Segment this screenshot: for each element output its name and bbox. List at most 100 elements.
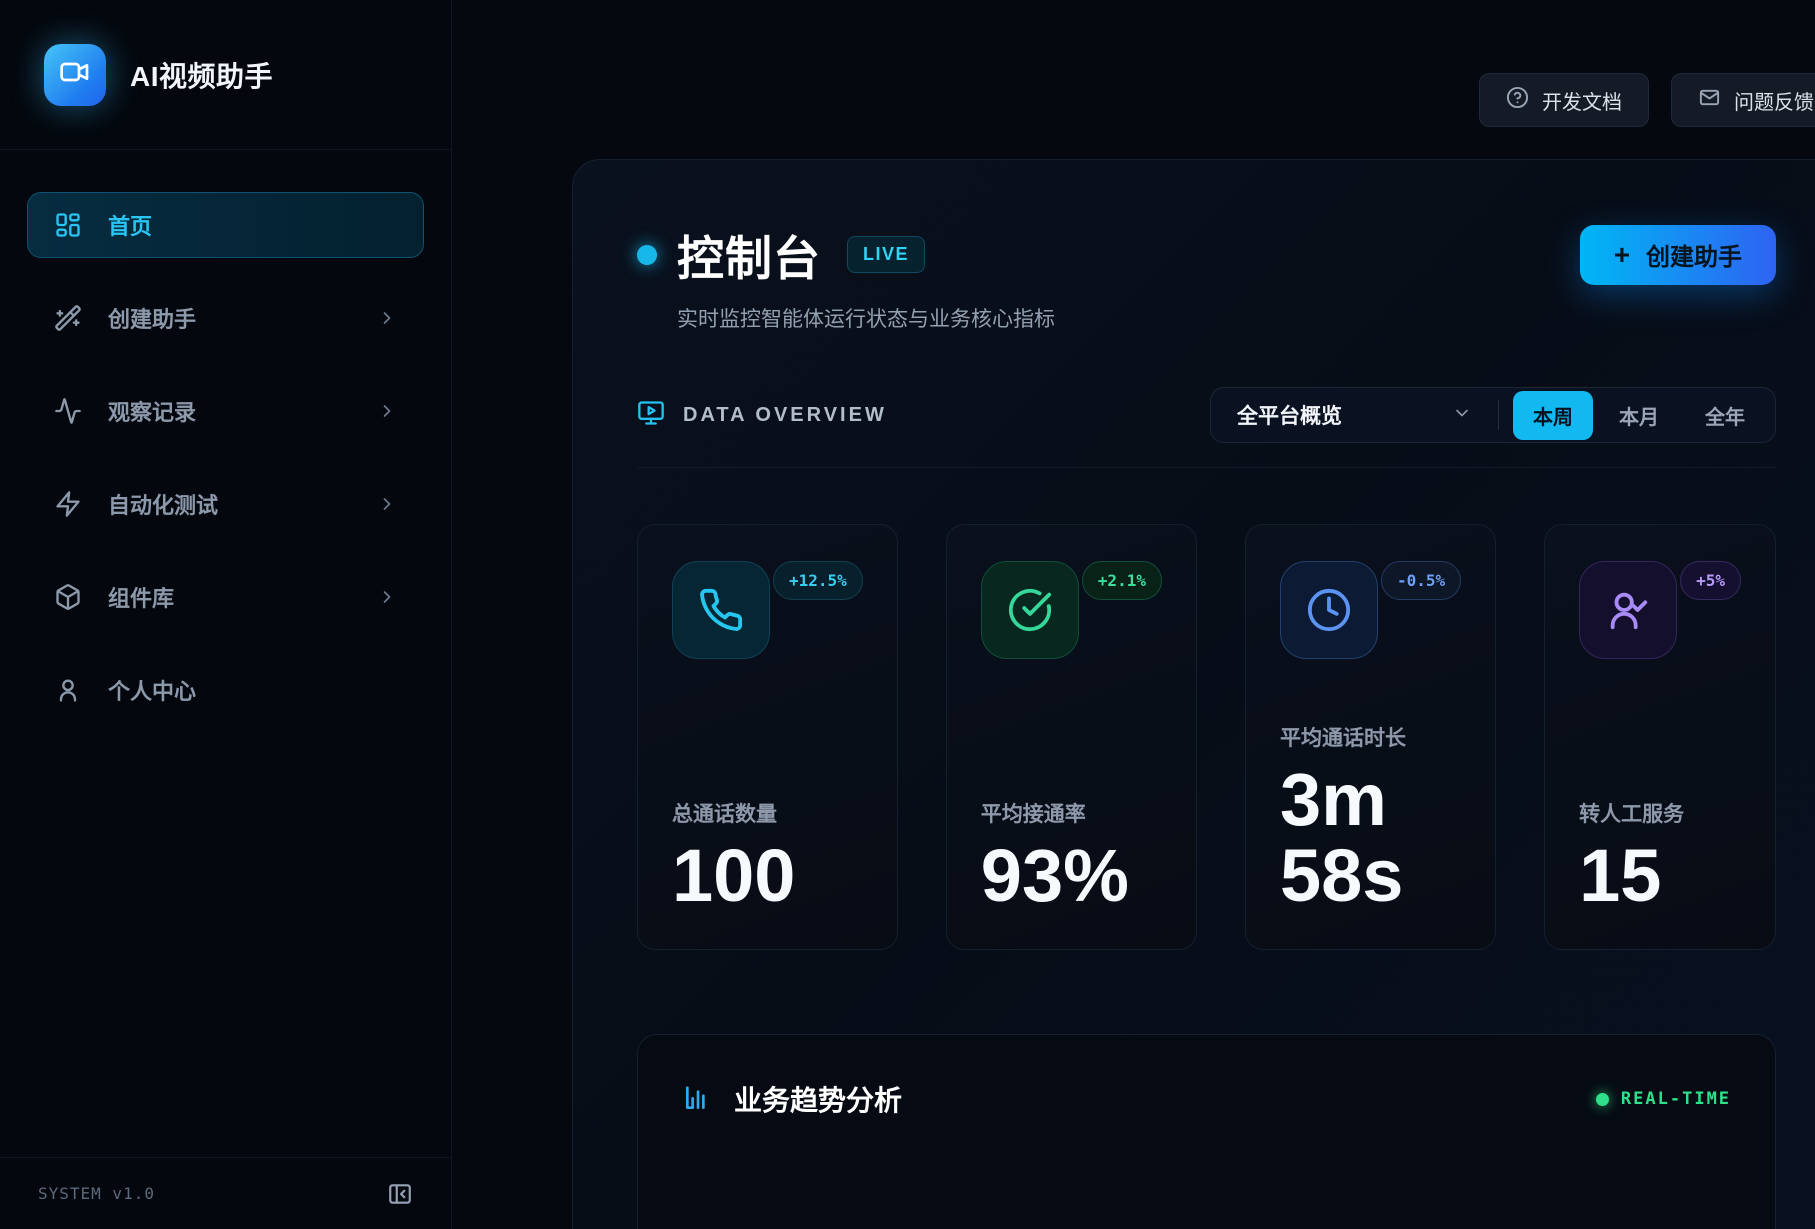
magic-wand-icon xyxy=(54,304,82,332)
sidebar-item-home[interactable]: 首页 xyxy=(27,192,424,258)
data-overview-label: DATA OVERVIEW xyxy=(683,404,887,427)
chevron-right-icon xyxy=(377,587,397,607)
stat-value: 100 xyxy=(672,838,822,913)
stat-card-bottom: 转人工服务 15 xyxy=(1579,798,1741,913)
console-header-row: 控制台 LIVE + 创建助手 xyxy=(637,220,1776,289)
sidebar-item-label: 组件库 xyxy=(108,581,174,613)
app-logo xyxy=(44,44,106,106)
main-content: 开发文档 问题反馈 控制台 LIVE + 创建助手 xyxy=(452,0,1815,1229)
sidebar-item-personal-center[interactable]: 个人中心 xyxy=(27,657,424,723)
data-overview-title-group: DATA OVERVIEW xyxy=(637,399,887,432)
bar-chart-icon xyxy=(682,1081,714,1118)
lightning-bolt-icon xyxy=(54,490,82,518)
feedback-button[interactable]: 问题反馈 xyxy=(1671,73,1815,127)
console-title-group: 控制台 LIVE xyxy=(637,220,925,289)
status-dot xyxy=(637,245,657,265)
trend-panel: 业务趋势分析 REAL-TIME xyxy=(637,1034,1776,1229)
divider xyxy=(1498,400,1499,430)
stat-card-human-transfer: +5% 转人工服务 15 xyxy=(1544,524,1776,950)
stat-value: 3m 58s xyxy=(1280,762,1430,913)
tab-this-month[interactable]: 本月 xyxy=(1599,391,1679,440)
feedback-label: 问题反馈 xyxy=(1734,86,1814,115)
stat-card-top: +5% xyxy=(1579,561,1741,659)
data-overview-row: DATA OVERVIEW 全平台概览 本周 本月 全年 xyxy=(637,387,1776,443)
clock-icon xyxy=(1280,561,1378,659)
sidebar-item-component-library[interactable]: 组件库 xyxy=(27,564,424,630)
create-assistant-button[interactable]: + 创建助手 xyxy=(1580,225,1776,285)
collapse-sidebar-icon[interactable] xyxy=(387,1181,413,1207)
sidebar-item-label: 首页 xyxy=(108,209,152,241)
platform-select[interactable]: 全平台概览 xyxy=(1211,400,1498,430)
dev-docs-label: 开发文档 xyxy=(1542,86,1622,115)
stat-card-total-calls: +12.5% 总通话数量 100 xyxy=(637,524,898,950)
chevron-down-icon xyxy=(1452,403,1472,428)
stat-card-bottom: 平均通话时长 3m 58s xyxy=(1280,722,1461,913)
platform-select-value: 全平台概览 xyxy=(1237,400,1342,430)
sidebar-item-observation-log[interactable]: 观察记录 xyxy=(27,378,424,444)
user-icon xyxy=(54,676,82,704)
user-check-icon xyxy=(1579,561,1677,659)
cube-icon xyxy=(54,583,82,611)
console-panel: 控制台 LIVE + 创建助手 实时监控智能体运行状态与业务核心指标 DATA … xyxy=(572,159,1815,1229)
sidebar-header: AI视频助手 xyxy=(0,0,451,150)
realtime-dot xyxy=(1596,1093,1609,1106)
chevron-right-icon xyxy=(377,494,397,514)
app-title: AI视频助手 xyxy=(130,55,273,95)
stat-card-top: -0.5% xyxy=(1280,561,1461,659)
phone-icon xyxy=(672,561,770,659)
sidebar-item-label: 观察记录 xyxy=(108,395,196,427)
stat-card-avg-duration: -0.5% 平均通话时长 3m 58s xyxy=(1245,524,1496,950)
stat-label: 转人工服务 xyxy=(1579,798,1741,828)
stat-label: 平均接通率 xyxy=(981,798,1162,828)
dev-docs-button[interactable]: 开发文档 xyxy=(1479,73,1649,127)
stat-card-answer-rate: +2.1% 平均接通率 93% xyxy=(946,524,1197,950)
dashboard-grid-icon xyxy=(54,211,82,239)
sidebar-item-label: 创建助手 xyxy=(108,302,196,334)
mail-icon xyxy=(1698,86,1721,115)
system-version: SYSTEM v1.0 xyxy=(38,1184,155,1203)
sidebar-item-label: 自动化测试 xyxy=(108,488,218,520)
stat-label: 总通话数量 xyxy=(672,798,863,828)
sidebar-item-label: 个人中心 xyxy=(108,674,196,706)
sidebar-item-create-assistant[interactable]: 创建助手 xyxy=(27,285,424,351)
plus-icon: + xyxy=(1614,241,1630,269)
topbar: 开发文档 问题反馈 xyxy=(452,0,1815,127)
realtime-label: REAL-TIME xyxy=(1621,1089,1731,1109)
stat-card-top: +12.5% xyxy=(672,561,863,659)
chevron-right-icon xyxy=(377,401,397,421)
stat-value: 15 xyxy=(1579,838,1729,913)
live-badge: LIVE xyxy=(847,236,925,273)
delta-badge: -0.5% xyxy=(1381,561,1461,600)
sidebar-nav: 首页 创建助手 观察记录 xyxy=(0,150,451,1157)
divider xyxy=(637,467,1776,468)
delta-badge: +2.1% xyxy=(1082,561,1162,600)
overview-controls: 全平台概览 本周 本月 全年 xyxy=(1210,387,1776,443)
video-camera-icon xyxy=(59,56,91,93)
tab-full-year[interactable]: 全年 xyxy=(1685,391,1765,440)
trend-title: 业务趋势分析 xyxy=(734,1079,902,1119)
app-root: AI视频助手 首页 创建助手 xyxy=(0,0,1815,1229)
stat-cards: +12.5% 总通话数量 100 +2.1% 平均接 xyxy=(637,524,1776,950)
tab-this-week[interactable]: 本周 xyxy=(1513,391,1593,440)
delta-badge: +12.5% xyxy=(773,561,863,600)
stat-label: 平均通话时长 xyxy=(1280,722,1461,752)
stat-value: 93% xyxy=(981,838,1131,913)
chevron-right-icon xyxy=(377,308,397,328)
create-assistant-label: 创建助手 xyxy=(1646,237,1742,272)
stat-card-top: +2.1% xyxy=(981,561,1162,659)
sidebar-footer: SYSTEM v1.0 xyxy=(0,1157,451,1229)
stat-card-bottom: 总通话数量 100 xyxy=(672,798,863,913)
stat-card-bottom: 平均接通率 93% xyxy=(981,798,1162,913)
check-circle-icon xyxy=(981,561,1079,659)
monitor-play-icon xyxy=(637,399,665,432)
period-tabs: 本周 本月 全年 xyxy=(1513,391,1765,440)
delta-badge: +5% xyxy=(1680,561,1741,600)
page-title: 控制台 xyxy=(677,220,821,289)
trend-header: 业务趋势分析 REAL-TIME xyxy=(682,1079,1731,1119)
help-circle-icon xyxy=(1506,86,1529,115)
sidebar: AI视频助手 首页 创建助手 xyxy=(0,0,452,1229)
activity-pulse-icon xyxy=(54,397,82,425)
realtime-status: REAL-TIME xyxy=(1596,1089,1731,1109)
sidebar-item-automation-test[interactable]: 自动化测试 xyxy=(27,471,424,537)
console-subtitle: 实时监控智能体运行状态与业务核心指标 xyxy=(677,303,1776,333)
